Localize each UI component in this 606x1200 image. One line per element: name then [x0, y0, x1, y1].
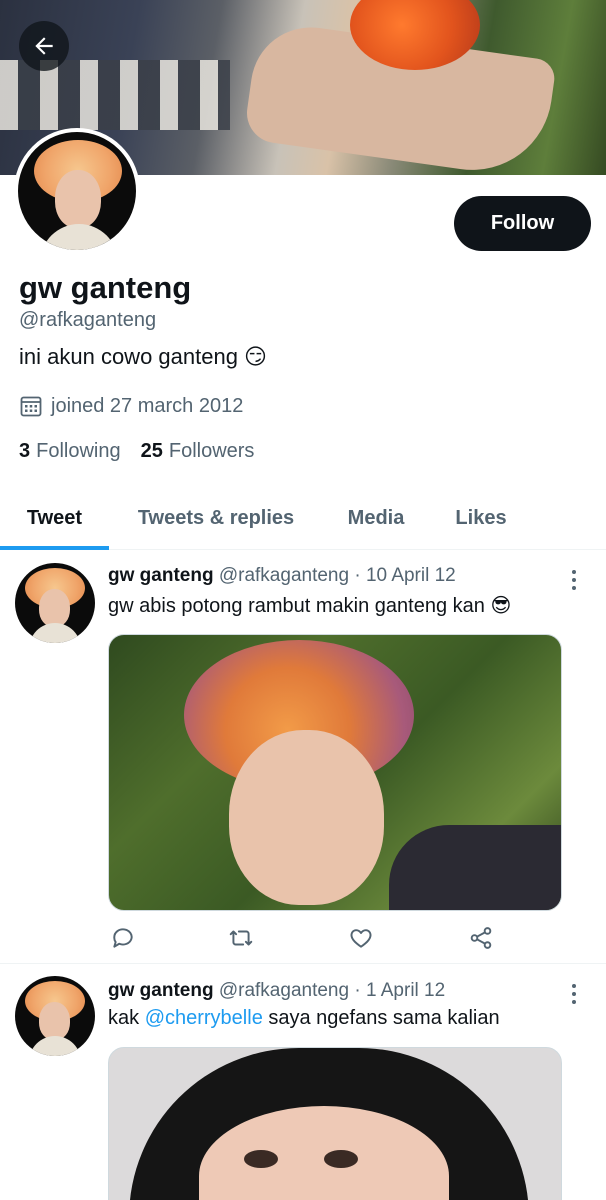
mention-link[interactable]: @cherrybelle — [145, 1007, 263, 1029]
followers-count: 25 — [140, 440, 163, 462]
tweet-actions — [108, 923, 508, 953]
back-button[interactable] — [19, 21, 69, 71]
tweet-header: gw ganteng @rafkaganteng · 1 April 12 — [108, 980, 445, 1002]
tweet-avatar[interactable] — [15, 976, 95, 1056]
tab-media[interactable]: Media — [330, 486, 422, 550]
profile-stats: 3 Following 25 Followers — [19, 440, 254, 463]
tweet-author-handle[interactable]: @rafkaganteng — [219, 565, 349, 586]
avatar-face — [55, 170, 101, 228]
tweet-date[interactable]: 10 April 12 — [366, 565, 456, 586]
avatar-shirt — [40, 224, 118, 250]
followers-link[interactable]: 25 Followers — [141, 440, 255, 463]
profile-bio: ini akun cowo ganteng 😏 — [19, 344, 267, 370]
tweet-text-before: kak — [108, 1007, 140, 1029]
more-options-button[interactable] — [565, 567, 583, 593]
sunglasses-emoji-icon: 😎 — [490, 595, 512, 617]
reply-icon — [113, 928, 133, 948]
profile-tabs: Tweet Tweets & replies Media Likes — [0, 486, 606, 550]
active-tab-indicator — [0, 546, 109, 550]
tweet-photo[interactable] — [108, 1047, 562, 1200]
avatar-face — [39, 1002, 70, 1040]
followers-label: Followers — [168, 440, 255, 462]
join-date-text: joined 27 march 2012 — [51, 394, 244, 417]
join-date: joined 27 march 2012 — [19, 394, 243, 418]
tweet-author-handle[interactable]: @rafkaganteng — [219, 980, 349, 1001]
tab-tweet[interactable]: Tweet — [0, 486, 109, 550]
tweet-photo[interactable] — [108, 634, 562, 911]
tweet-author-name[interactable]: gw ganteng — [108, 980, 214, 1001]
reply-button[interactable] — [108, 923, 138, 953]
following-count: 3 — [19, 440, 31, 462]
more-options-button[interactable] — [565, 981, 583, 1007]
profile-name: gw ganteng — [19, 270, 192, 305]
photo-jacket — [389, 825, 561, 910]
profile-avatar[interactable] — [14, 128, 140, 254]
following-label: Following — [36, 440, 121, 462]
calendar-icon — [20, 396, 42, 417]
follow-button[interactable]: Follow — [454, 196, 591, 251]
share-icon — [470, 927, 492, 949]
tweet-text: kak @cherrybelle saya ngefans sama kalia… — [108, 1007, 500, 1030]
photo-eye — [324, 1150, 358, 1168]
tweet-text: gw abis potong rambut makin ganteng kan … — [108, 593, 511, 618]
tweet[interactable]: gw ganteng @rafkaganteng · 1 April 12 ka… — [0, 964, 606, 1200]
avatar-face — [39, 589, 70, 627]
tab-tweets-replies[interactable]: Tweets & replies — [118, 486, 314, 550]
share-button[interactable] — [466, 923, 496, 953]
photo-eye — [244, 1150, 278, 1168]
smirk-emoji-icon: 😏 — [243, 344, 267, 369]
following-link[interactable]: 3 Following — [19, 440, 121, 463]
retweet-button[interactable] — [226, 923, 256, 953]
profile-handle: @rafkaganteng — [19, 309, 157, 331]
like-button[interactable] — [346, 923, 376, 953]
heart-icon — [350, 929, 372, 948]
tweet[interactable]: gw ganteng @rafkaganteng · 10 April 12 g… — [0, 551, 606, 963]
tweet-text-after: saya ngefans sama kalian — [268, 1007, 500, 1029]
bio-text: ini akun cowo ganteng — [19, 344, 238, 369]
avatar-shirt — [29, 1036, 81, 1056]
avatar-shirt — [29, 623, 81, 643]
tweet-avatar[interactable] — [15, 563, 95, 643]
tweet-author-name[interactable]: gw ganteng — [108, 565, 214, 586]
photo-face — [229, 730, 384, 905]
tweet-header: gw ganteng @rafkaganteng · 10 April 12 — [108, 565, 456, 587]
tab-likes[interactable]: Likes — [440, 486, 522, 550]
banner-decor — [0, 60, 230, 130]
tweet-separator: · — [354, 565, 361, 586]
retweet-icon — [229, 930, 253, 946]
tweet-date[interactable]: 1 April 12 — [366, 980, 445, 1001]
tweet-separator: · — [354, 980, 361, 1001]
back-arrow-icon — [35, 37, 53, 55]
tweet-text-content: gw abis potong rambut makin ganteng kan — [108, 595, 485, 617]
